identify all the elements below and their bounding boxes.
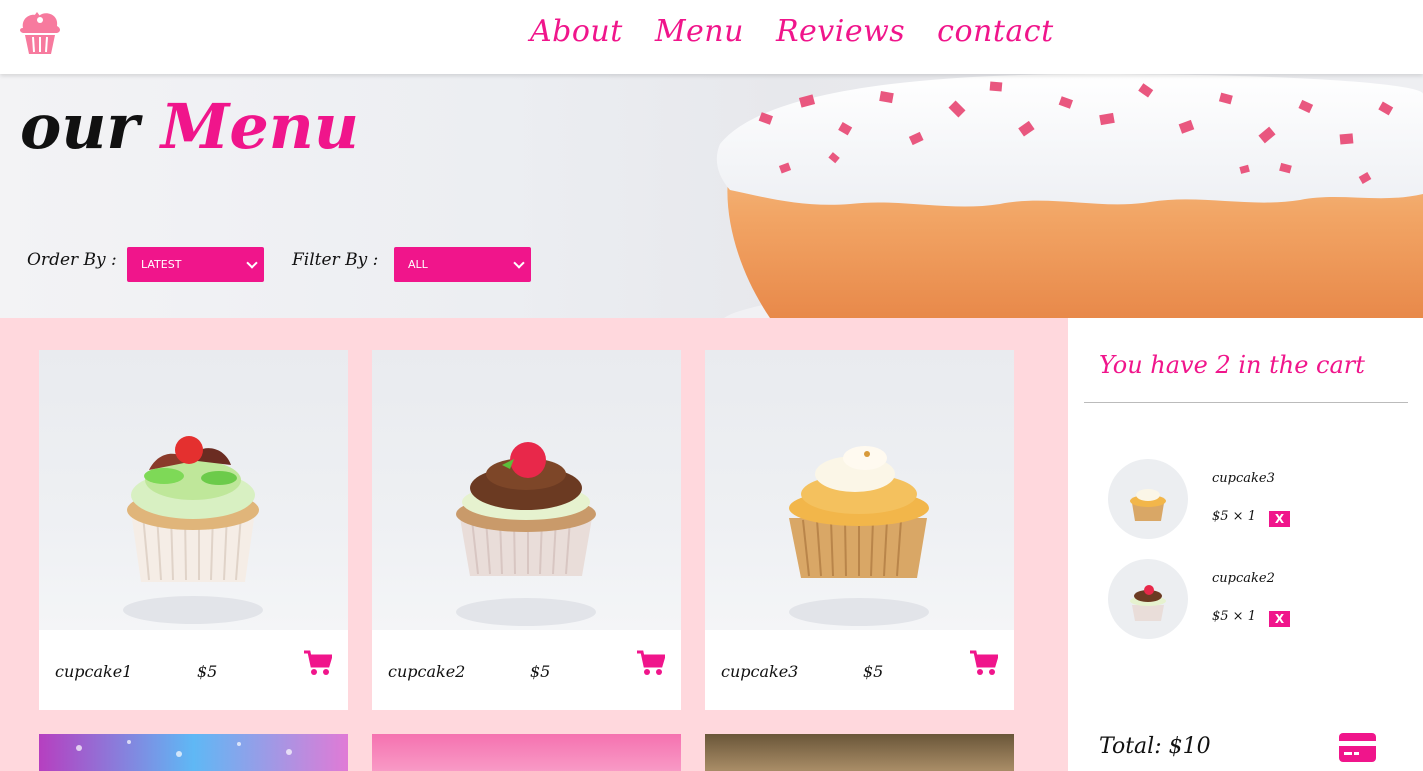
product-price: $5 [530,662,551,681]
cart-title: You have 2 in the cart [1099,351,1365,379]
credit-card-icon[interactable] [1339,733,1376,762]
cart-item-quantity: $5 × 1 [1212,509,1256,524]
product-name: cupcake1 [55,662,133,681]
product-name: cupcake3 [721,662,799,681]
cupcake-image [456,442,596,626]
order-by-select[interactable]: LATEST [127,247,264,282]
cupcake-logo-icon[interactable] [17,8,63,56]
cart-item-thumbnail [1108,559,1188,639]
cupcake-image [123,436,263,624]
product-card[interactable] [372,734,681,771]
product-card[interactable]: cupcake2 $5 [372,350,681,710]
main-nav: About Menu Reviews contact [530,14,1054,49]
nav-about[interactable]: About [530,14,623,49]
product-name: cupcake2 [388,662,466,681]
product-info: cupcake2 $5 [372,630,681,710]
cart-icon[interactable] [304,650,332,676]
order-by-label: Order By : [27,250,117,270]
product-card[interactable]: cupcake3 $5 [705,350,1014,710]
cart-item-name: cupcake2 [1212,571,1275,586]
cart-item: cupcake2 $5 × 1 X [1108,559,1388,639]
product-image [39,350,348,630]
product-info: cupcake1 $5 [39,630,348,710]
hero-banner: our Menu Order By : LATEST Filter By : A… [0,74,1423,318]
cart-item-name: cupcake3 [1212,471,1275,486]
filter-by-label: Filter By : [292,250,379,270]
cart-icon[interactable] [970,650,998,676]
chevron-down-icon [246,256,258,269]
cart-item: cupcake3 $5 × 1 X [1108,459,1388,539]
cart-total: Total: $10 [1099,734,1211,759]
product-price: $5 [197,662,218,681]
page-title-word-1: our [20,90,140,163]
remove-item-button[interactable]: X [1269,511,1290,527]
order-by-value: LATEST [141,258,182,271]
product-card[interactable]: cupcake1 $5 [39,350,348,710]
remove-item-button[interactable]: X [1269,611,1290,627]
chevron-down-icon [513,256,525,269]
product-grid: cupcake1 $5 cupcake2 $5 cupcake3 $5 [0,318,1068,771]
cart-icon[interactable] [637,650,665,676]
nav-reviews[interactable]: Reviews [776,14,905,49]
nav-contact[interactable]: contact [937,14,1053,49]
filter-by-select[interactable]: ALL [394,247,531,282]
site-header: About Menu Reviews contact [0,0,1423,74]
cart-item-thumbnail [1108,459,1188,539]
product-card[interactable] [39,734,348,771]
product-card[interactable] [705,734,1014,771]
cart-panel: You have 2 in the cart cupcake3 $5 × 1 X… [1068,318,1423,771]
cupcake-image [789,446,929,626]
cart-item-quantity: $5 × 1 [1212,609,1256,624]
product-image [76,740,292,757]
divider [1084,402,1408,403]
page-title: our Menu [20,90,359,163]
product-price: $5 [863,662,884,681]
product-image [372,350,681,630]
nav-menu[interactable]: Menu [655,14,744,49]
page-title-word-2: Menu [160,90,359,163]
filter-by-value: ALL [408,258,428,271]
product-image [705,350,1014,630]
product-info: cupcake3 $5 [705,630,1014,710]
